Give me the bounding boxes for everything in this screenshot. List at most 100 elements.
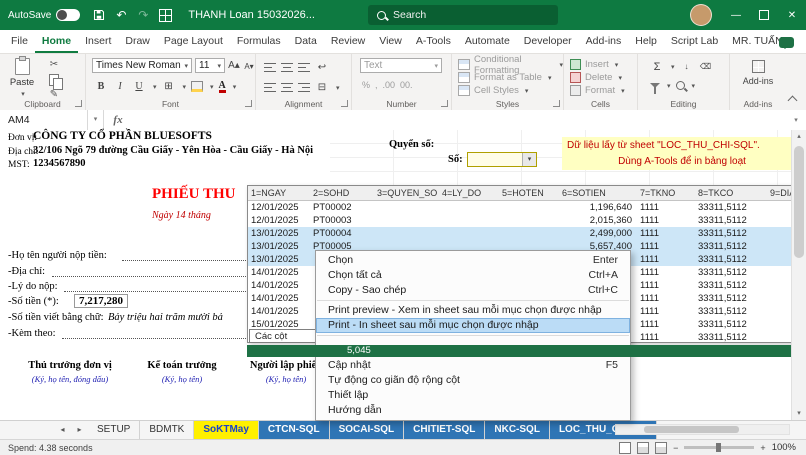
autosave-toggle[interactable]: AutoSave	[0, 9, 88, 21]
font-color-button[interactable]: A	[219, 81, 226, 93]
sheet-tab[interactable]: CTCN-SQL	[259, 421, 330, 439]
ribbon-tab[interactable]: Home	[35, 30, 78, 53]
styles-dialog-launcher[interactable]	[553, 100, 560, 107]
comma-style-button[interactable]: ,	[375, 80, 378, 90]
document-title[interactable]: THANH Loan 15032026...	[188, 9, 315, 21]
italic-button[interactable]: I	[113, 79, 127, 94]
sheet-tab[interactable]: CHITIET-SQL	[404, 421, 485, 439]
search-input[interactable]: Search	[368, 5, 558, 25]
menu-item[interactable]: Hướng dẫn	[316, 403, 630, 418]
fill-color-button[interactable]	[191, 81, 203, 92]
find-select-icon[interactable]	[676, 81, 685, 90]
zoom-level[interactable]: 100%	[772, 442, 796, 453]
menu-item[interactable]: Print preview - Xem in sheet sau mỗi mục…	[316, 303, 630, 318]
copy-button[interactable]	[46, 73, 62, 86]
bold-button[interactable]: B	[94, 79, 108, 94]
font-name-combo[interactable]: Times New Roman▾	[92, 58, 192, 73]
ribbon-tab[interactable]: Review	[324, 30, 372, 53]
dropdown-row[interactable]: 12/01/2025 PT00003 2,015,360 1111 33311,…	[248, 214, 805, 227]
undo-button[interactable]: ↶	[110, 4, 132, 26]
vertical-scrollbar[interactable]: ▴ ▾	[791, 130, 806, 420]
horizontal-scrollbar-thumb[interactable]	[644, 426, 739, 433]
column-header[interactable]: 8=TKCO	[695, 186, 767, 200]
so-combo-field[interactable]	[468, 153, 522, 166]
ribbon-tab[interactable]: Data	[288, 30, 324, 53]
expand-formula-bar-icon[interactable]: ▾	[786, 116, 806, 124]
paste-button[interactable]: Paste ▾	[6, 58, 38, 98]
number-format-combo[interactable]: Text▾	[360, 58, 442, 73]
merge-center-button[interactable]: ⊟	[315, 80, 329, 95]
zoom-slider[interactable]	[684, 446, 754, 449]
ribbon-tab[interactable]: Formulas	[230, 30, 288, 53]
column-header[interactable]: 2=SOHD	[310, 186, 374, 200]
column-header[interactable]: 4=LY_DO	[439, 186, 499, 200]
align-right-button[interactable]	[298, 83, 310, 92]
so-combo-dropdown-icon[interactable]: ▾	[522, 153, 536, 166]
scroll-up-icon[interactable]: ▴	[792, 130, 806, 143]
underline-button[interactable]: U	[132, 79, 146, 94]
column-header[interactable]: 1=NGAY	[248, 186, 310, 200]
align-top-button[interactable]	[264, 63, 276, 72]
autosave-switch-icon[interactable]	[56, 9, 80, 21]
alignment-dialog-launcher[interactable]	[341, 100, 348, 107]
scroll-down-icon[interactable]: ▾	[792, 407, 806, 420]
zoom-in-icon[interactable]: +	[760, 443, 765, 453]
page-layout-view-icon[interactable]	[637, 442, 649, 454]
menu-item[interactable]: Print - In sheet sau mỗi mục chọn được n…	[316, 318, 630, 333]
sheet-tab[interactable]: NKC-SQL	[485, 421, 550, 439]
style-button[interactable]: Conditional Formatting ▾	[452, 58, 563, 71]
menu-item[interactable]: Thiết lập	[316, 388, 630, 403]
name-box[interactable]: AM4	[0, 110, 88, 130]
vertical-scrollbar-thumb[interactable]	[794, 146, 804, 258]
column-header[interactable]: 7=TKNO	[637, 186, 695, 200]
clear-button[interactable]: ⌫	[699, 59, 713, 74]
menu-item[interactable]: Cập nhật F5	[316, 358, 630, 373]
wrap-text-button[interactable]: ↩	[315, 60, 329, 75]
style-button[interactable]: Cell Styles ▾	[452, 84, 563, 97]
decrease-decimal-button[interactable]: 00.	[400, 80, 413, 90]
ribbon-tab[interactable]: Script Lab	[664, 30, 725, 53]
align-center-button[interactable]	[281, 83, 293, 92]
sotien-value[interactable]: 7,217,280	[74, 294, 128, 308]
dropdown-row[interactable]: 12/01/2025 PT00002 1,196,640 1111 33311,…	[248, 201, 805, 214]
normal-view-icon[interactable]	[619, 442, 631, 454]
sheet-tab[interactable]: SoKTMay	[194, 421, 259, 439]
columns-button[interactable]: Các cột	[249, 329, 323, 343]
font-size-combo[interactable]: 11▾	[195, 58, 225, 73]
ribbon-tab[interactable]: Add-ins	[579, 30, 629, 53]
fx-icon[interactable]: fx	[104, 114, 132, 126]
horizontal-scrollbar[interactable]	[615, 424, 790, 435]
column-header[interactable]: 5=HOTEN	[499, 186, 559, 200]
ribbon-tab[interactable]: File	[4, 30, 35, 53]
sheet-tab[interactable]: SETUP	[88, 421, 140, 439]
formula-input[interactable]	[132, 110, 786, 130]
autosum-button[interactable]: Σ	[650, 59, 664, 74]
ribbon-tab[interactable]: View	[372, 30, 409, 53]
percent-style-button[interactable]: %	[362, 80, 370, 90]
align-bottom-button[interactable]	[298, 63, 310, 72]
close-button[interactable]: ✕	[778, 0, 806, 30]
maximize-button[interactable]	[750, 0, 778, 30]
menu-item[interactable]	[317, 335, 629, 336]
sort-filter-icon[interactable]	[650, 83, 660, 88]
ribbon-tab[interactable]: A-Tools	[409, 30, 458, 53]
save-button[interactable]	[88, 4, 110, 26]
ribbon-tab[interactable]: Insert	[78, 30, 118, 53]
dropdown-row[interactable]: 13/01/2025 PT00004 2,499,000 1111 33311,…	[248, 227, 805, 240]
ribbon-tab[interactable]: Help	[628, 30, 664, 53]
fill-button[interactable]: ↓	[680, 59, 694, 74]
ribbon-tab[interactable]: Page Layout	[157, 30, 230, 53]
addins-button[interactable]: Add-ins	[730, 60, 786, 86]
increase-decimal-button[interactable]: .00	[383, 80, 396, 90]
align-left-button[interactable]	[264, 83, 276, 92]
quick-access-button[interactable]	[154, 4, 176, 26]
sheet-tab[interactable]: BDMTK	[140, 421, 194, 439]
page-break-view-icon[interactable]	[655, 442, 667, 454]
zoom-out-icon[interactable]: −	[673, 443, 678, 453]
redo-button[interactable]: ↷	[132, 4, 154, 26]
borders-button[interactable]: ⊞	[162, 79, 176, 94]
column-header[interactable]: 3=QUYEN_SO	[374, 186, 439, 200]
cells-button[interactable]: Delete ▾	[564, 71, 637, 84]
font-dialog-launcher[interactable]	[245, 100, 252, 107]
menu-item[interactable]: Chọn tất cả Ctrl+A	[316, 268, 630, 283]
